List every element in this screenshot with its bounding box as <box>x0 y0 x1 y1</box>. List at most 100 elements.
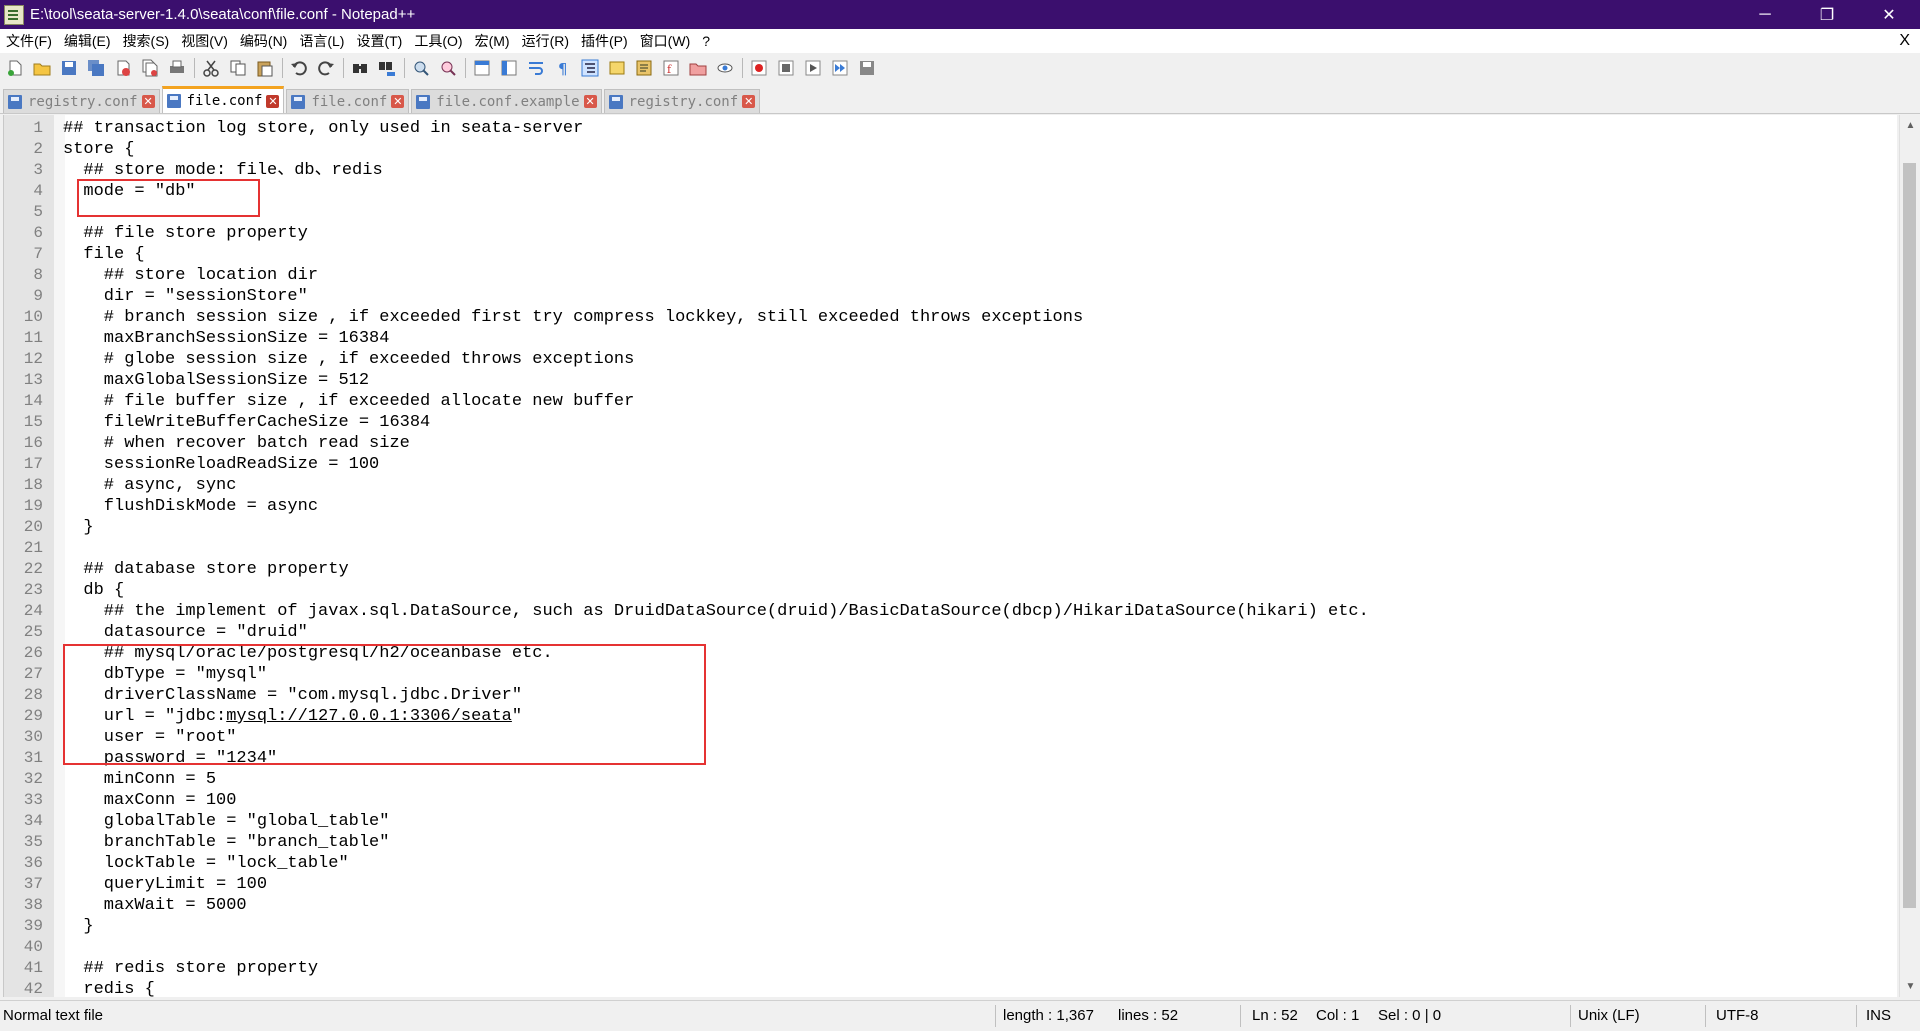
code-line[interactable]: 9 dir = "sessionStore" <box>4 286 1369 307</box>
line-text[interactable]: sessionReloadReadSize = 100 <box>43 454 379 475</box>
paste-icon[interactable] <box>254 57 276 79</box>
code-line[interactable]: 17 sessionReloadReadSize = 100 <box>4 454 1369 475</box>
save-all-icon[interactable] <box>85 57 107 79</box>
line-text[interactable]: # globe session size , if exceeded throw… <box>43 349 635 370</box>
line-text[interactable]: # async, sync <box>43 475 237 496</box>
menu-plugins[interactable]: 插件(P) <box>575 29 634 53</box>
line-text[interactable] <box>43 202 63 223</box>
line-text[interactable]: ## store location dir <box>43 265 318 286</box>
line-text[interactable]: redis { <box>43 979 154 997</box>
code-line[interactable]: 26 ## mysql/oracle/postgresql/h2/oceanba… <box>4 643 1369 664</box>
code-line[interactable]: 34 globalTable = "global_table" <box>4 811 1369 832</box>
line-text[interactable]: # file buffer size , if exceeded allocat… <box>43 391 635 412</box>
code-line[interactable]: 5 <box>4 202 1369 223</box>
sync-vertical-icon[interactable] <box>471 57 493 79</box>
code-line[interactable]: 30 user = "root" <box>4 727 1369 748</box>
line-text[interactable]: lockTable = "lock_table" <box>43 853 349 874</box>
code-line[interactable]: 6 ## file store property <box>4 223 1369 244</box>
code-line[interactable]: 22 ## database store property <box>4 559 1369 580</box>
udl-icon[interactable] <box>606 57 628 79</box>
line-text[interactable]: queryLimit = 100 <box>43 874 267 895</box>
code-line[interactable]: 27 dbType = "mysql" <box>4 664 1369 685</box>
code-line[interactable]: 13 maxGlobalSessionSize = 512 <box>4 370 1369 391</box>
code-line[interactable]: 21 <box>4 538 1369 559</box>
tab-file-conf-example[interactable]: file.conf.example ✕ <box>411 89 602 113</box>
tab-close-icon[interactable]: ✕ <box>583 95 597 108</box>
line-text[interactable]: maxConn = 100 <box>43 790 237 811</box>
code-line[interactable]: 29 url = "jdbc:mysql://127.0.0.1:3306/se… <box>4 706 1369 727</box>
menu-macro[interactable]: 宏(M) <box>469 29 516 53</box>
line-text[interactable]: ## transaction log store, only used in s… <box>43 118 583 139</box>
code-line[interactable]: 7 file { <box>4 244 1369 265</box>
line-text[interactable]: # branch session size , if exceeded firs… <box>43 307 1083 328</box>
code-line[interactable]: 33 maxConn = 100 <box>4 790 1369 811</box>
code-line[interactable]: 20 } <box>4 517 1369 538</box>
code-line[interactable]: 25 datasource = "druid" <box>4 622 1369 643</box>
code-line[interactable]: 11 maxBranchSessionSize = 16384 <box>4 328 1369 349</box>
code-line[interactable]: 35 branchTable = "branch_table" <box>4 832 1369 853</box>
line-text[interactable]: store { <box>43 139 134 160</box>
code-line[interactable]: 39 } <box>4 916 1369 937</box>
line-text[interactable]: branchTable = "branch_table" <box>43 832 390 853</box>
code-line[interactable]: 38 maxWait = 5000 <box>4 895 1369 916</box>
close-all-icon[interactable] <box>139 57 161 79</box>
code-line[interactable]: 31 password = "1234" <box>4 748 1369 769</box>
tab-close-icon[interactable]: ✕ <box>266 94 280 108</box>
code-line[interactable]: 8 ## store location dir <box>4 265 1369 286</box>
code-line[interactable]: 2 store { <box>4 139 1369 160</box>
undo-icon[interactable] <box>288 57 310 79</box>
tab-close-icon[interactable]: ✕ <box>391 95 405 108</box>
menu-run[interactable]: 运行(R) <box>516 29 575 53</box>
menu-view[interactable]: 视图(V) <box>175 29 234 53</box>
line-text[interactable]: dbType = "mysql" <box>43 664 267 685</box>
save-icon[interactable] <box>58 57 80 79</box>
menu-encoding[interactable]: 编码(N) <box>234 29 293 53</box>
code-line[interactable]: 41 ## redis store property <box>4 958 1369 979</box>
code-lines[interactable]: 1 ## transaction log store, only used in … <box>4 118 1369 997</box>
save-macro-icon[interactable] <box>856 57 878 79</box>
play-macro-icon[interactable] <box>802 57 824 79</box>
minimize-button[interactable]: ─ <box>1734 0 1796 29</box>
open-file-icon[interactable] <box>31 57 53 79</box>
code-line[interactable]: 4 mode = "db" <box>4 181 1369 202</box>
code-line[interactable]: 3 ## store mode: file、db、redis <box>4 160 1369 181</box>
tab-registry-conf[interactable]: registry.conf ✕ <box>3 89 160 113</box>
code-line[interactable]: 37 queryLimit = 100 <box>4 874 1369 895</box>
zoom-in-icon[interactable] <box>410 57 432 79</box>
line-text[interactable]: ## store mode: file、db、redis <box>43 160 382 181</box>
restore-button[interactable]: ❐ <box>1796 0 1858 29</box>
code-line[interactable]: 40 <box>4 937 1369 958</box>
status-eol[interactable]: Unix (LF) <box>1578 1001 1640 1031</box>
menu-file[interactable]: 文件(F) <box>0 29 58 53</box>
tab-file-conf[interactable]: file.conf ✕ <box>286 89 410 113</box>
line-text[interactable]: globalTable = "global_table" <box>43 811 390 832</box>
line-text[interactable]: flushDiskMode = async <box>43 496 318 517</box>
run-macro-multiple-icon[interactable] <box>829 57 851 79</box>
line-text[interactable]: fileWriteBufferCacheSize = 16384 <box>43 412 430 433</box>
close-icon[interactable] <box>112 57 134 79</box>
line-text[interactable]: dir = "sessionStore" <box>43 286 308 307</box>
new-file-icon[interactable] <box>4 57 26 79</box>
line-text[interactable]: user = "root" <box>43 727 237 748</box>
monitor-icon[interactable] <box>714 57 736 79</box>
line-text[interactable]: ## file store property <box>43 223 307 244</box>
tab-file-conf-active[interactable]: file.conf ✕ <box>161 86 285 113</box>
scroll-down-arrow-icon[interactable]: ▼ <box>1900 976 1920 997</box>
code-line[interactable]: 15 fileWriteBufferCacheSize = 16384 <box>4 412 1369 433</box>
cut-icon[interactable] <box>200 57 222 79</box>
indent-guide-icon[interactable] <box>579 57 601 79</box>
status-insert-mode[interactable]: INS <box>1866 1001 1891 1031</box>
menu-language[interactable]: 语言(L) <box>293 29 350 53</box>
menu-search[interactable]: 搜索(S) <box>117 29 176 53</box>
code-line[interactable]: 18 # async, sync <box>4 475 1369 496</box>
url-link[interactable]: mysql://127.0.0.1:3306/seata <box>226 707 512 726</box>
line-text[interactable]: datasource = "druid" <box>43 622 308 643</box>
line-text[interactable]: # when recover batch read size <box>43 433 410 454</box>
code-line[interactable]: 36 lockTable = "lock_table" <box>4 853 1369 874</box>
code-line[interactable]: 14 # file buffer size , if exceeded allo… <box>4 391 1369 412</box>
line-text[interactable]: ## mysql/oracle/postgresql/h2/oceanbase … <box>43 643 553 664</box>
line-text[interactable]: maxWait = 5000 <box>43 895 247 916</box>
tab-registry-conf-2[interactable]: registry.conf ✕ <box>603 89 761 113</box>
tab-close-icon[interactable]: ✕ <box>742 95 756 108</box>
zoom-out-icon[interactable] <box>437 57 459 79</box>
